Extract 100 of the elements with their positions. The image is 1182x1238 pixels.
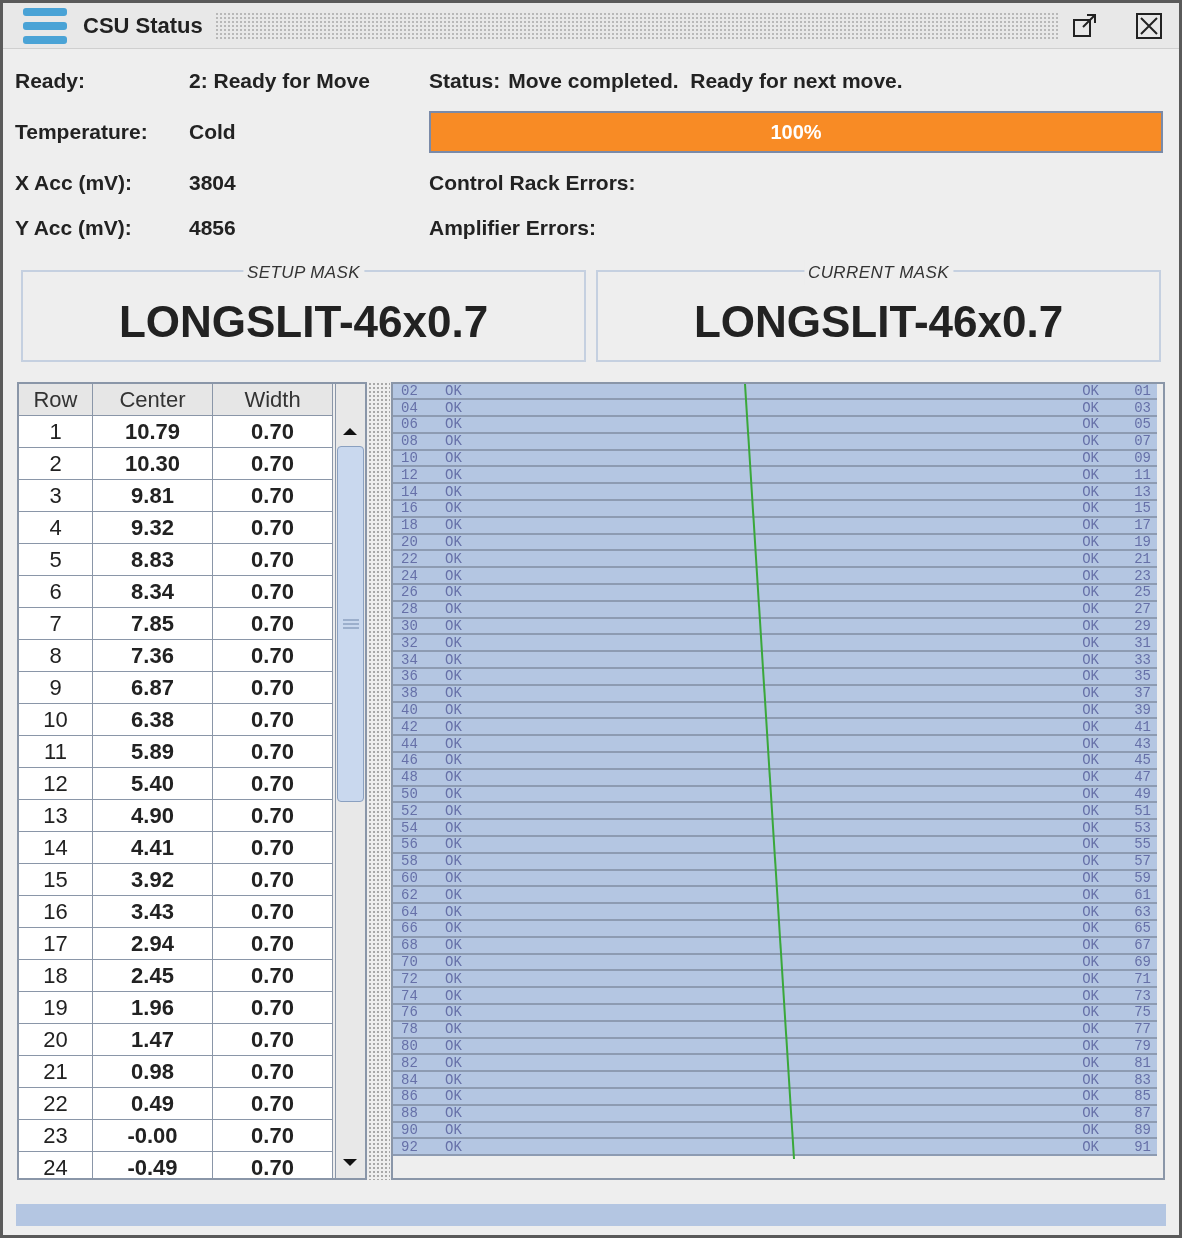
table-cell: 11 xyxy=(19,735,93,768)
field-value: Cold xyxy=(189,118,237,145)
bar-status: OK xyxy=(445,652,462,667)
table-cell: 5.89 xyxy=(93,735,213,768)
table-cell: 3 xyxy=(19,479,93,512)
bar-status: OK xyxy=(1082,803,1100,818)
bar-status: OK xyxy=(1082,719,1100,734)
field-label: Temperature: xyxy=(15,118,149,145)
bar-number: 75 xyxy=(1134,1005,1151,1020)
bar-status: OK xyxy=(1082,501,1100,516)
table-cell: 10.79 xyxy=(93,415,213,448)
scrollbar[interactable] xyxy=(335,383,365,1178)
close-icon[interactable] xyxy=(1135,11,1163,40)
bar-status: OK xyxy=(1082,988,1100,1003)
bar-status: OK xyxy=(445,938,462,953)
bar-number: 74 xyxy=(401,988,419,1003)
bar-status: OK xyxy=(445,417,462,432)
bar-status: OK xyxy=(445,568,462,583)
table-cell: 16 xyxy=(19,895,93,928)
bar-number: 07 xyxy=(1134,434,1151,449)
table-cell: 0.70 xyxy=(213,703,333,736)
table-cell: 6.87 xyxy=(93,671,213,704)
bar-number: 18 xyxy=(401,518,419,533)
bar-number: 50 xyxy=(401,787,419,801)
bar-status: OK xyxy=(1082,955,1100,969)
bar-status: OK xyxy=(1082,887,1100,902)
bar-status: OK xyxy=(445,871,462,885)
detach-icon[interactable] xyxy=(1071,11,1099,40)
bar-status: OK xyxy=(445,1055,462,1070)
table-cell: 20 xyxy=(19,1023,93,1056)
bar-status: OK xyxy=(1082,1005,1100,1020)
column-header[interactable]: Row xyxy=(19,383,93,416)
bar-number: 47 xyxy=(1134,770,1151,785)
table-cell: -0.49 xyxy=(93,1151,213,1178)
bar-status: OK xyxy=(1082,686,1100,701)
table-cell: 2 xyxy=(19,447,93,480)
bar-number: 64 xyxy=(401,904,419,919)
bar-status: OK xyxy=(1082,417,1100,432)
bar-number: 03 xyxy=(1134,400,1151,415)
bar-status: OK xyxy=(1082,770,1100,785)
column-header[interactable]: Width xyxy=(213,383,333,416)
bar-status: OK xyxy=(1082,753,1100,768)
field-label: X Acc (mV): xyxy=(15,169,134,196)
table-cell: 0.70 xyxy=(213,959,333,992)
bar-number: 13 xyxy=(1134,484,1151,499)
field-value: 4856 xyxy=(189,215,237,241)
bar-number: 87 xyxy=(1134,1106,1151,1121)
table-cell: 8.34 xyxy=(93,575,213,608)
bar-number: 72 xyxy=(401,971,419,986)
table-cell: 23 xyxy=(19,1119,93,1152)
bar-number: 35 xyxy=(1134,669,1151,684)
bar-status: OK xyxy=(445,400,462,415)
bar-number: 67 xyxy=(1134,938,1151,953)
table-cell: 0.70 xyxy=(213,863,333,896)
table-cell: 0.70 xyxy=(213,607,333,640)
table-cell: 0.70 xyxy=(213,575,333,608)
bar-number: 05 xyxy=(1134,417,1151,432)
bar-status: OK xyxy=(1082,1139,1100,1154)
bar-number: 30 xyxy=(401,619,419,634)
bar-number: 70 xyxy=(401,955,419,969)
bar-status: OK xyxy=(1082,703,1100,718)
field-label: Amplifier Errors: xyxy=(429,215,597,241)
table-cell: 0.70 xyxy=(213,671,333,704)
table-cell: 17 xyxy=(19,927,93,960)
table-cell: 1 xyxy=(19,415,93,448)
column-header[interactable]: Center xyxy=(93,383,213,416)
bar-number: 55 xyxy=(1134,837,1151,852)
table-cell: 0.70 xyxy=(213,1151,333,1178)
table-cell: 5.40 xyxy=(93,767,213,800)
bar-status: OK xyxy=(445,971,462,986)
bar-status: OK xyxy=(1082,652,1100,667)
bar-status: OK xyxy=(445,703,462,718)
bar-number: 39 xyxy=(1134,703,1151,718)
bar-number: 82 xyxy=(401,1055,419,1070)
bar-status: OK xyxy=(445,736,462,751)
bar-number: 58 xyxy=(401,854,419,869)
table-cell: 0.70 xyxy=(213,735,333,768)
bar-number: 14 xyxy=(401,484,419,499)
table-cell: 9 xyxy=(19,671,93,704)
table-cell: 0.49 xyxy=(93,1087,213,1120)
bar-status: OK xyxy=(1082,635,1100,650)
table-cell: 3.43 xyxy=(93,895,213,928)
bar-number: 45 xyxy=(1134,753,1151,768)
bar-status: OK xyxy=(445,753,462,768)
bar-number: 21 xyxy=(1134,551,1151,566)
bar-status: OK xyxy=(445,719,462,734)
field-label: Ready: xyxy=(15,68,87,94)
bar-status: OK xyxy=(445,1005,462,1020)
table-cell: 7 xyxy=(19,607,93,640)
bar-number: 44 xyxy=(401,736,419,751)
bar-number: 80 xyxy=(401,1038,419,1053)
table-cell: 13 xyxy=(19,799,93,832)
bar-status: OK xyxy=(1082,602,1100,617)
bar-number: 81 xyxy=(1134,1055,1151,1070)
bar-number: 54 xyxy=(401,820,419,835)
bar-number: 36 xyxy=(401,669,419,684)
bar-number: 02 xyxy=(401,383,419,398)
bar-status: OK xyxy=(1082,484,1100,499)
bar-status: OK xyxy=(1082,434,1100,449)
scroll-thumb[interactable] xyxy=(337,445,364,802)
